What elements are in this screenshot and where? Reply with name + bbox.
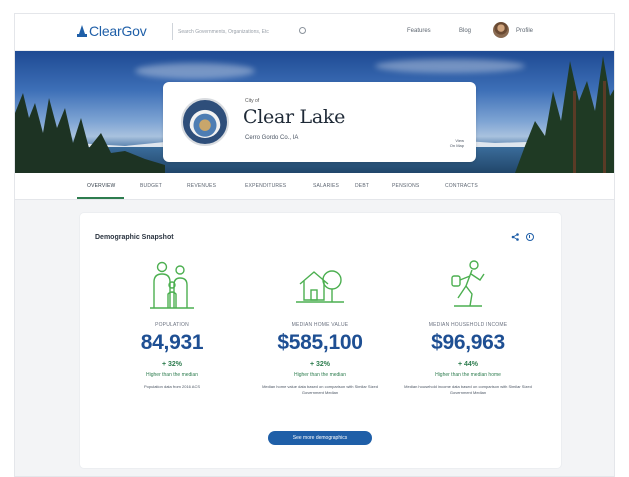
stat-value: 84,931 xyxy=(140,331,204,354)
demographic-snapshot-panel: Demographic Snapshot Population 84,931 +… xyxy=(80,213,561,468)
share-icon[interactable] xyxy=(511,233,519,241)
top-nav-bar: ClearGov Search Governments, Organizatio… xyxy=(15,14,614,51)
stat-home-value: Median Home Value $585,100 + 32% Higher … xyxy=(245,258,395,396)
cleargov-logo[interactable]: ClearGov xyxy=(77,23,147,39)
stat-change: + 32% xyxy=(161,361,183,368)
city-kicker: City of xyxy=(245,98,260,104)
stat-value: $96,963 xyxy=(431,331,505,354)
tab-debt[interactable]: Debt xyxy=(355,183,369,189)
stat-label: Population xyxy=(155,322,189,328)
cloud xyxy=(375,59,525,73)
tab-budget[interactable]: Budget xyxy=(140,183,162,189)
city-name: Clear Lake xyxy=(243,106,346,128)
stat-note: Higher than the median xyxy=(294,372,346,378)
view-on-map-link[interactable]: View On Map xyxy=(450,138,464,148)
family-icon xyxy=(150,261,194,309)
stat-change: + 44% xyxy=(457,361,479,368)
tab-expenditures[interactable]: Expenditures xyxy=(245,183,286,189)
tab-salaries[interactable]: Salaries xyxy=(313,183,339,189)
city-card: City of Clear Lake Cerro Gordo Co., IA V… xyxy=(163,82,476,162)
income-icon xyxy=(451,260,485,307)
trees-right xyxy=(515,56,614,173)
tab-pensions[interactable]: Pensions xyxy=(392,183,419,189)
city-seal-icon xyxy=(181,98,229,146)
stat-population: Population 84,931 + 32% Higher than the … xyxy=(97,258,247,390)
search-icon[interactable] xyxy=(299,27,306,34)
stat-note: Higher than the median home xyxy=(435,372,501,378)
tab-overview[interactable]: Overview xyxy=(87,183,115,189)
stat-description: Median home value data based on comparis… xyxy=(262,384,378,395)
nav-link-profile[interactable]: Profile xyxy=(516,28,533,34)
stat-label: Median Household Income xyxy=(428,322,508,328)
trees-left xyxy=(15,93,165,173)
stat-value: $585,100 xyxy=(277,331,363,354)
search-placeholder: Search Governments, Organizations, Etc xyxy=(178,28,269,35)
stat-note: Higher than the median xyxy=(146,372,198,378)
stat-change: + 32% xyxy=(309,361,331,368)
tab-revenues[interactable]: Revenues xyxy=(187,183,216,189)
nav-link-features[interactable]: Features xyxy=(407,28,431,34)
nav-link-blog[interactable]: Blog xyxy=(459,28,471,34)
stat-label: Median Home Value xyxy=(291,322,349,328)
county-name: Cerro Gordo Co., IA xyxy=(245,135,299,141)
info-icon[interactable] xyxy=(526,233,534,241)
search-input[interactable]: Search Governments, Organizations, Etc xyxy=(172,23,310,40)
section-tabs: Overview Budget Revenues Expenditures Sa… xyxy=(15,173,614,200)
panel-title: Demographic Snapshot xyxy=(95,234,174,241)
tab-contracts[interactable]: Contracts xyxy=(445,183,478,189)
active-tab-indicator xyxy=(77,197,124,199)
avatar[interactable] xyxy=(493,22,509,38)
app-frame: ClearGov Search Governments, Organizatio… xyxy=(14,13,615,477)
stat-household-income: Median Household Income $96,963 + 44% Hi… xyxy=(393,258,543,396)
hero-banner: City of Clear Lake Cerro Gordo Co., IA V… xyxy=(15,51,614,173)
brand-name: ClearGov xyxy=(89,23,147,39)
see-more-demographics-button[interactable]: See more demographics xyxy=(268,431,372,445)
stat-description: Median household income data based on co… xyxy=(404,384,532,395)
logo-mark-icon xyxy=(77,25,87,37)
home-icon xyxy=(296,270,344,303)
stat-description: Population data from 2016 ACS xyxy=(143,384,201,389)
